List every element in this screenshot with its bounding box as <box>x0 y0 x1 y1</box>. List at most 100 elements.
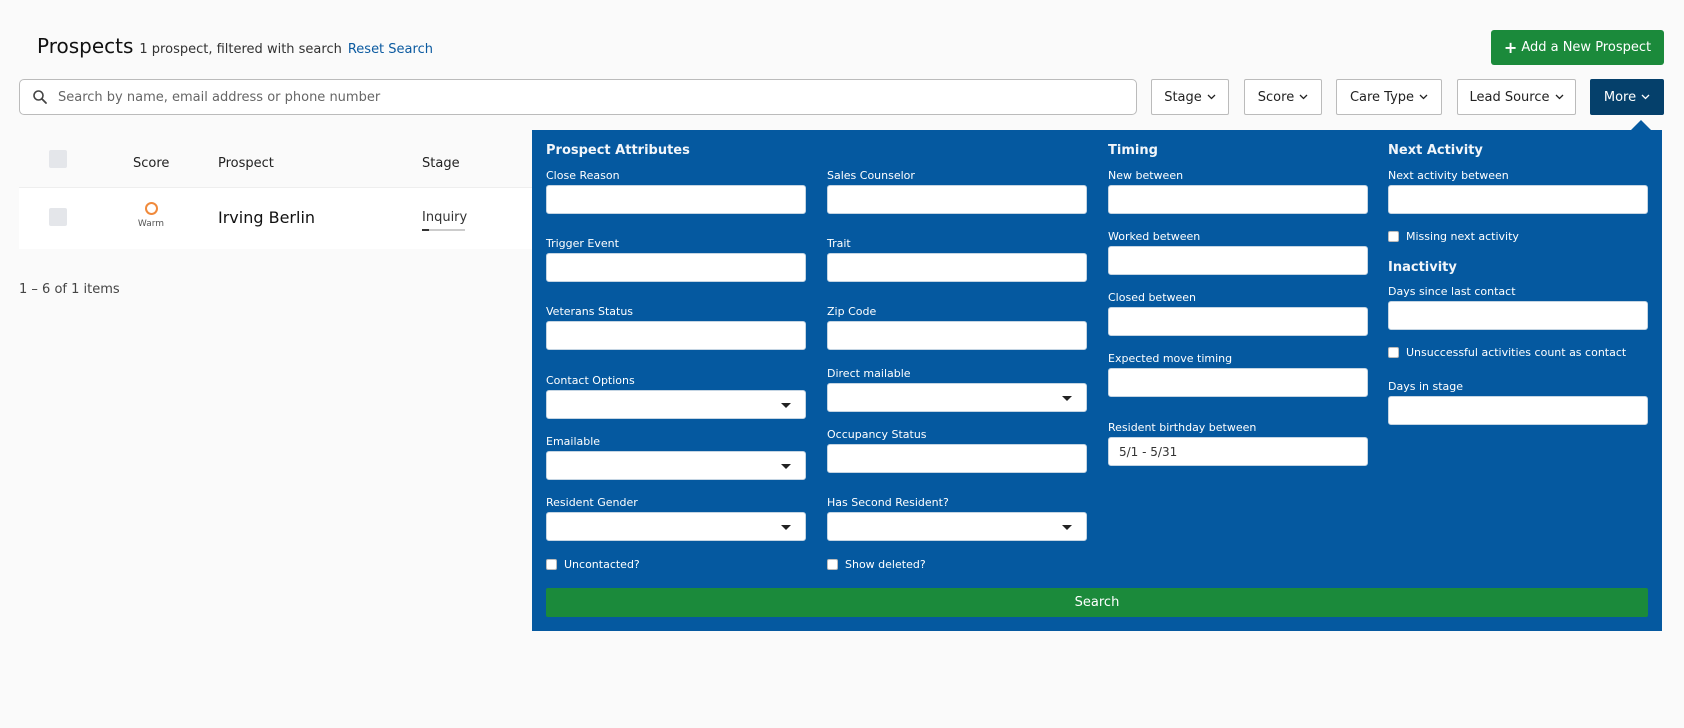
days-in-stage-label: Days in stage <box>1388 380 1464 393</box>
resident-birthday-value: 5/1 - 5/31 <box>1119 444 1178 459</box>
row-checkbox[interactable] <box>49 208 67 226</box>
trait-label: Trait <box>827 237 851 250</box>
add-new-prospect-button[interactable]: + Add a New Prospect <box>1491 30 1664 65</box>
emailable-label: Emailable <box>546 435 601 448</box>
lead-source-filter-button[interactable]: Lead Source <box>1457 79 1576 115</box>
new-between-label: New between <box>1108 169 1184 182</box>
chevron-down-icon <box>1641 94 1650 100</box>
resident-birthday-input[interactable]: 5/1 - 5/31 <box>1108 437 1368 466</box>
days-since-last-contact-label: Days since last contact <box>1388 285 1516 298</box>
checkbox-box[interactable] <box>827 559 838 570</box>
worked-between-label: Worked between <box>1108 230 1201 243</box>
section-title-next-activity: Next Activity <box>1388 143 1483 158</box>
worked-between-input[interactable] <box>1108 246 1368 275</box>
section-title-prospect-attributes: Prospect Attributes <box>546 143 690 158</box>
select-all-checkbox[interactable] <box>49 150 67 168</box>
chevron-down-icon <box>1207 94 1216 100</box>
add-new-prospect-label: Add a New Prospect <box>1521 40 1652 55</box>
missing-next-activity-label: Missing next activity <box>1406 230 1519 243</box>
score-label: Warm <box>137 219 165 229</box>
next-activity-between-label: Next activity between <box>1388 169 1509 182</box>
panel-pointer <box>1631 120 1651 130</box>
chevron-down-icon <box>1299 94 1308 100</box>
close-reason-label: Close Reason <box>546 169 620 182</box>
sales-counselor-label: Sales Counselor <box>827 169 915 182</box>
days-since-last-contact-input[interactable] <box>1388 301 1648 330</box>
reset-search-link[interactable]: Reset Search <box>348 42 433 57</box>
caret-down-icon <box>1062 525 1072 530</box>
resident-gender-select[interactable] <box>546 512 806 541</box>
trigger-event-input[interactable] <box>546 253 806 282</box>
search-input[interactable] <box>58 89 1136 105</box>
checkbox-box[interactable] <box>1388 231 1399 242</box>
score-filter-label: Score <box>1257 89 1295 105</box>
caret-down-icon <box>781 525 791 530</box>
direct-mailable-label: Direct mailable <box>827 367 911 380</box>
days-in-stage-input[interactable] <box>1388 396 1648 425</box>
table-row[interactable]: Warm Irving Berlin Inquiry <box>19 187 539 249</box>
has-second-resident-label: Has Second Resident? <box>827 496 949 509</box>
emailable-select[interactable] <box>546 451 806 480</box>
occupancy-status-input[interactable] <box>827 444 1087 473</box>
expected-move-timing-label: Expected move timing <box>1108 352 1233 365</box>
resident-gender-label: Resident Gender <box>546 496 638 509</box>
has-second-resident-select[interactable] <box>827 512 1087 541</box>
checkbox-box[interactable] <box>546 559 557 570</box>
search-icon <box>33 90 47 104</box>
zip-code-input[interactable] <box>827 321 1087 350</box>
next-activity-between-input[interactable] <box>1388 185 1648 214</box>
section-title-timing: Timing <box>1108 143 1158 158</box>
occupancy-status-label: Occupancy Status <box>827 428 927 441</box>
contact-options-label: Contact Options <box>546 374 635 387</box>
unsuccessful-activities-checkbox[interactable]: Unsuccessful activities count as contact <box>1388 346 1626 359</box>
more-filter-label: More <box>1603 89 1637 105</box>
show-deleted-label: Show deleted? <box>845 558 926 571</box>
prospect-name-link[interactable]: Irving Berlin <box>218 208 315 227</box>
caret-down-icon <box>1062 396 1072 401</box>
trigger-event-label: Trigger Event <box>546 237 619 250</box>
stage-filter-button[interactable]: Stage <box>1151 79 1229 115</box>
unsuccessful-activities-label: Unsuccessful activities count as contact <box>1406 346 1627 359</box>
direct-mailable-select[interactable] <box>827 383 1087 412</box>
chevron-down-icon <box>1419 94 1428 100</box>
more-filters-panel: Prospect Attributes Timing Next Activity… <box>532 130 1662 631</box>
stage-filter-label: Stage <box>1164 89 1202 105</box>
stage-value: Inquiry <box>422 210 468 225</box>
contact-options-select[interactable] <box>546 390 806 419</box>
lead-source-filter-label: Lead Source <box>1469 89 1550 105</box>
caret-down-icon <box>781 403 791 408</box>
sales-counselor-input[interactable] <box>827 185 1087 214</box>
page-header: Prospects 1 prospect, filtered with sear… <box>37 34 433 58</box>
care-type-filter-label: Care Type <box>1349 89 1415 105</box>
chevron-down-icon <box>1555 94 1563 100</box>
close-reason-input[interactable] <box>546 185 806 214</box>
warm-score-icon <box>144 202 158 215</box>
more-filter-button[interactable]: More <box>1590 79 1664 115</box>
closed-between-input[interactable] <box>1108 307 1368 336</box>
show-deleted-checkbox[interactable]: Show deleted? <box>827 558 926 571</box>
search-button[interactable]: Search <box>546 588 1648 617</box>
pagination-summary: 1 – 6 of 1 items <box>19 282 120 297</box>
result-summary: 1 prospect, filtered with search <box>139 42 342 57</box>
uncontacted-label: Uncontacted? <box>564 558 640 571</box>
care-type-filter-button[interactable]: Care Type <box>1336 79 1442 115</box>
column-header-score[interactable]: Score <box>133 156 169 171</box>
veterans-status-label: Veterans Status <box>546 305 634 318</box>
table-header: Score Prospect Stage <box>19 130 539 180</box>
stage-progress-bar <box>422 229 465 231</box>
column-header-prospect[interactable]: Prospect <box>218 156 274 171</box>
resident-birthday-label: Resident birthday between <box>1108 421 1257 434</box>
veterans-status-input[interactable] <box>546 321 806 350</box>
checkbox-box[interactable] <box>1388 347 1399 358</box>
missing-next-activity-checkbox[interactable]: Missing next activity <box>1388 230 1519 243</box>
uncontacted-checkbox[interactable]: Uncontacted? <box>546 558 640 571</box>
expected-move-timing-input[interactable] <box>1108 368 1368 397</box>
trait-input[interactable] <box>827 253 1087 282</box>
plus-icon: + <box>1503 37 1518 57</box>
column-header-stage[interactable]: Stage <box>422 156 460 171</box>
score-filter-button[interactable]: Score <box>1244 79 1322 115</box>
page-title: Prospects <box>37 34 134 58</box>
search-bar <box>19 79 1137 115</box>
new-between-input[interactable] <box>1108 185 1368 214</box>
zip-code-label: Zip Code <box>827 305 877 318</box>
